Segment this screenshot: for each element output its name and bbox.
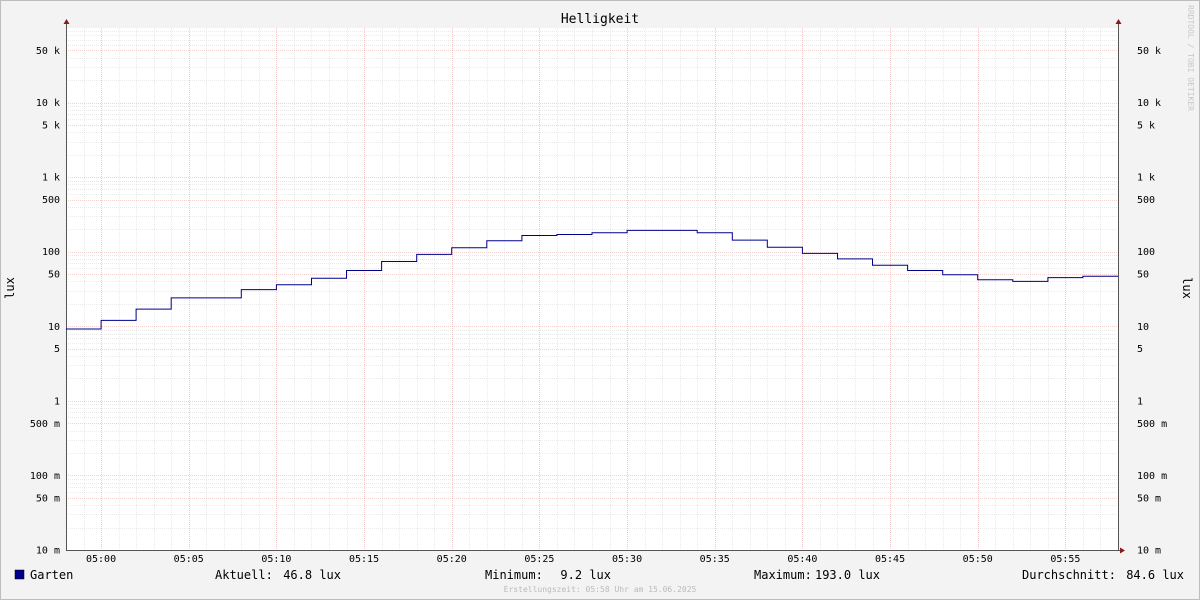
x-axis-arrow	[1120, 547, 1125, 554]
y-tick-label-left: 100 m	[30, 471, 60, 482]
creation-time-footer: Erstellungszeit: 05:58 Uhr am 15.06.2025	[504, 585, 697, 594]
brightness-chart: 10 m 50 m 100 m 500 m 1 5 10 50 100 500 1 k 5 k 10 k…	[0, 0, 1200, 600]
legend: Garten Aktuell: 46.8 lux Minimum: 9.2 lu…	[14, 568, 1184, 582]
y-tick-label-right: 100 m	[1137, 471, 1167, 482]
y-axis-label-left: lux	[3, 277, 17, 299]
legend-avg-label: Durchschnitt:	[1022, 568, 1116, 582]
legend-swatch	[14, 569, 25, 580]
x-tick-label: 05:55	[1050, 554, 1080, 565]
x-tick-label: 05:50	[963, 554, 993, 565]
y-tick-label-right: 10	[1137, 322, 1149, 333]
rrdtool-watermark: RRDTOOL / TOBI OETIKER	[1186, 5, 1195, 111]
x-tick-label: 05:20	[437, 554, 467, 565]
y-axis-left-arrow	[63, 19, 70, 24]
y-tick-label-left: 5 k	[42, 121, 60, 132]
y-tick-label-right: 500 m	[1137, 419, 1167, 430]
x-tick-label: 05:45	[875, 554, 905, 565]
legend-min-label: Minimum:	[485, 568, 543, 582]
y-tick-label-left: 50	[48, 270, 60, 281]
y-tick-label-right: 10 k	[1137, 98, 1161, 109]
chart-title: Helligkeit	[561, 12, 639, 27]
y-tick-label-left: 10	[48, 322, 60, 333]
x-tick-label: 05:15	[349, 554, 379, 565]
legend-min-value: 9.2 lux	[560, 568, 611, 582]
x-tick-label: 05:40	[787, 554, 817, 565]
y-tick-label-right: 5	[1137, 344, 1143, 355]
y-tick-label-left: 1	[54, 396, 60, 407]
x-tick-label: 05:00	[86, 554, 116, 565]
y-tick-label-left: 1 k	[42, 173, 60, 184]
y-tick-label-left: 50 m	[36, 493, 60, 504]
x-tick-label: 05:30	[612, 554, 642, 565]
y-tick-label-left: 50 k	[36, 46, 60, 57]
y-tick-label-right: 1 k	[1137, 173, 1155, 184]
x-tick-label: 05:05	[174, 554, 204, 565]
x-tick-label: 05:10	[261, 554, 291, 565]
y-tick-label-right: 500	[1137, 195, 1155, 206]
y-tick-label-right: 50 m	[1137, 493, 1161, 504]
legend-max-value: 193.0 lux	[815, 568, 880, 582]
y-tick-label-right: 10 m	[1137, 546, 1161, 557]
y-ticks-left: 10 m 50 m 100 m 500 m 1 5 10 50 100 500 1 k 5 k 10 k…	[30, 46, 60, 557]
y-tick-label-right: 5 k	[1137, 121, 1155, 132]
y-tick-label-right: 1	[1137, 396, 1143, 407]
y-axis-right-arrow	[1115, 19, 1122, 24]
y-tick-label-left: 5	[54, 344, 60, 355]
x-tick-label: 05:25	[524, 554, 554, 565]
y-axis-label-right: lux	[1180, 277, 1194, 299]
legend-series-name: Garten	[30, 568, 73, 582]
y-tick-label-left: 10 k	[36, 98, 60, 109]
y-tick-label-left: 500 m	[30, 419, 60, 430]
y-ticks-right: 10 m 50 m 100 m 500 m 1 5 10 50 100 500 1 k 5 k 10 k…	[1137, 46, 1167, 557]
y-tick-label-right: 50 k	[1137, 46, 1161, 57]
legend-current-value: 46.8 lux	[283, 568, 341, 582]
y-tick-label-left: 100	[42, 247, 60, 258]
y-tick-label-left: 500	[42, 195, 60, 206]
y-tick-label-right: 50	[1137, 270, 1149, 281]
y-tick-label-left: 10 m	[36, 546, 60, 557]
legend-avg-value: 84.6 lux	[1126, 568, 1184, 582]
y-tick-label-right: 100	[1137, 247, 1155, 258]
legend-current-label: Aktuell:	[215, 568, 273, 582]
legend-max-label: Maximum:	[754, 568, 812, 582]
x-ticks: 05:00 05:05 05:10 05:15 05:20 05:25 05:30 05:35…	[86, 554, 1080, 565]
x-tick-label: 05:35	[700, 554, 730, 565]
